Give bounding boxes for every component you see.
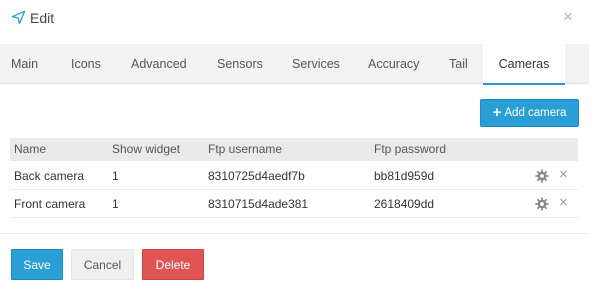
camera-show-widget: 1 [112,169,119,183]
dialog-header: Edit × [0,0,589,36]
camera-name: Back camera [14,169,85,183]
camera-ftp-password: bb81d959d [374,169,435,183]
gear-icon[interactable] [535,169,549,183]
camera-ftp-password: 2618409dd [374,197,435,211]
table-row[interactable]: Front camera 1 8310715d4ade381 2618409dd… [10,190,578,218]
tab-cameras[interactable]: Cameras [483,44,565,85]
table-row[interactable]: Back camera 1 8310725d4aedf7b bb81d959d … [10,162,578,190]
close-icon[interactable]: × [559,195,568,210]
tab-main[interactable]: Main [11,44,38,84]
tab-bar: Main Icons Advanced Sensors Services Acc… [0,44,589,85]
tab-advanced[interactable]: Advanced [131,44,187,84]
navigation-arrow-icon [11,10,26,25]
close-icon[interactable]: × [559,167,568,182]
tab-icons[interactable]: Icons [71,44,101,84]
footer-divider [0,233,589,234]
dialog-title: Edit [30,10,55,26]
tab-sensors[interactable]: Sensors [217,44,263,84]
add-camera-label: Add camera [504,107,567,119]
cancel-button[interactable]: Cancel [71,249,134,280]
tab-services[interactable]: Services [292,44,340,84]
tab-accuracy[interactable]: Accuracy [368,44,419,84]
camera-ftp-username: 8310715d4ade381 [208,197,309,211]
save-button[interactable]: Save [11,249,63,280]
delete-button[interactable]: Delete [142,249,204,280]
column-header-ftp-username: Ftp username [208,142,283,156]
column-header-show-widget: Show widget [112,142,181,156]
column-header-ftp-password: Ftp password [374,142,447,156]
camera-ftp-username: 8310725d4aedf7b [208,169,305,183]
plus-icon: + [492,104,502,121]
add-camera-button[interactable]: + Add camera [480,99,579,127]
close-icon[interactable]: × [563,8,573,25]
camera-name: Front camera [14,197,86,211]
gear-icon[interactable] [535,197,549,211]
tab-tail[interactable]: Tail [449,44,468,84]
table-header: Name Show widget Ftp username Ftp passwo… [10,138,578,161]
column-header-name: Name [14,142,47,156]
camera-show-widget: 1 [112,197,119,211]
